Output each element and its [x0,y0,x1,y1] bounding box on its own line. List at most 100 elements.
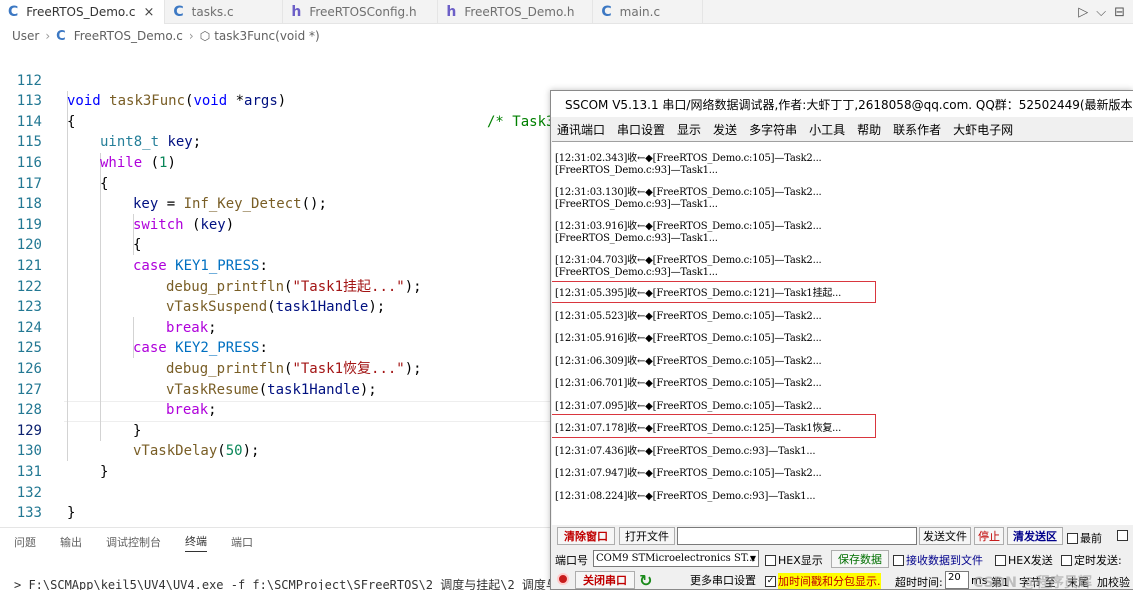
close-icon[interactable]: × [143,5,154,20]
hex-send-checkbox[interactable]: HEX发送 [995,552,1053,568]
port-select[interactable]: COM9 STMicroelectronics ST... ▼ [593,550,759,567]
extra-checkbox[interactable] [1117,530,1128,541]
h-file-icon: h [446,4,457,20]
log-line: [12:31:07.436]收←◆[FreeRTOS_Demo.c:93]—Ta… [555,446,816,457]
panel-tab-problems[interactable]: 问题 [14,534,36,550]
log-line: [FreeRTOS_Demo.c:93]—Task1... [555,165,718,176]
chevron-down-icon: ▼ [749,554,756,563]
topmost-checkbox[interactable]: 最前 [1067,530,1102,546]
clear-send-button[interactable]: 清发送区 [1007,527,1063,545]
tab-freertos-demo-h[interactable]: h FreeRTOS_Demo.h [438,0,594,24]
checkbox-label: 加时间戳和分包显示. [778,573,881,589]
sscom-title: SSCOM V5.13.1 串口/网络数据调试器,作者:大虾丁丁,2618058… [565,97,1133,112]
sscom-window: SSCOM V5.13.1 串口/网络数据调试器,作者:大虾丁丁,2618058… [550,90,1133,590]
checkbox-box [1117,530,1128,541]
log-line: [12:31:03.916]收←◆[FreeRTOS_Demo.c:105]—T… [555,221,822,232]
panel-tab-terminal[interactable]: 终端 [185,533,207,552]
sscom-menu-bar: 通讯端口 串口设置 显示 发送 多字符串 小工具 帮助 联系作者 大虾电子网 [551,119,1133,139]
open-file-button[interactable]: 打开文件 [619,527,675,545]
menu-item-multi-string[interactable]: 多字符串 [749,121,797,138]
tab-label: FreeRTOS_Demo.h [464,5,575,19]
menu-item-send[interactable]: 发送 [713,121,737,138]
stop-record-icon [557,573,569,585]
log-line: [12:31:07.947]收←◆[FreeRTOS_Demo.c:105]—T… [555,468,822,479]
c-file-icon: C [601,4,612,20]
timestamp-checkbox[interactable]: ✓ 加时间戳和分包显示. [765,573,881,589]
timeout-value: 20 [948,572,961,583]
checkbox-label: 定时发送: [1074,554,1122,567]
port-select-value: COM9 STMicroelectronics ST... [596,553,756,564]
more-settings-button[interactable]: 更多串口设置 [685,571,761,589]
breadcrumb-folder[interactable]: User [12,29,39,43]
bottom-panel: 问题 输出 调试控制台 终端 端口 > F:\SCMApp\keil5\UV4\… [0,527,570,590]
log-line: [FreeRTOS_Demo.c:93]—Task1... [555,233,718,244]
log-line: [12:31:04.703]收←◆[FreeRTOS_Demo.c:105]—T… [555,255,822,266]
split-editor-icon[interactable]: ⊟ [1114,5,1125,20]
function-symbol-icon: ⬡ [199,29,211,43]
chevron-right-icon: › [188,29,194,43]
tab-tasks-c[interactable]: C tasks.c [165,0,284,24]
log-line: [FreeRTOS_Demo.c:93]—Task1... [555,199,718,210]
menu-item-tools[interactable]: 小工具 [809,121,845,138]
highlight-box-resume [552,414,876,438]
c-file-icon: C [8,4,19,20]
port-status-indicator [557,573,569,585]
port-label: 端口号 [555,554,588,567]
breadcrumb-file[interactable]: FreeRTOS_Demo.c [74,29,183,43]
editor-actions: ▷ ⌵ ⊟ [1078,0,1133,24]
menu-item-website[interactable]: 大虾电子网 [953,121,1013,138]
sscom-control-panel: 清除窗口 打开文件 发送文件 停止 清发送区 最前 端口号 COM9 STMic… [551,526,1133,590]
code-line: 113 { [0,71,700,130]
sscom-title-bar[interactable]: SSCOM V5.13.1 串口/网络数据调试器,作者:大虾丁丁,2618058… [551,91,1133,117]
file-path-input[interactable] [677,527,917,545]
tab-label: tasks.c [191,5,234,19]
clear-window-button[interactable]: 清除窗口 [557,527,615,545]
log-line: [12:31:03.130]收←◆[FreeRTOS_Demo.c:105]—T… [555,187,822,198]
run-icon[interactable]: ▷ [1078,5,1088,20]
tab-label: main.c [619,5,661,19]
highlight-box-suspend [552,281,876,303]
panel-tab-ports[interactable]: 端口 [231,534,253,550]
chevron-down-icon[interactable]: ⌵ [1096,5,1106,20]
menu-item-display[interactable]: 显示 [677,121,701,138]
checkbox-label: 接收数据到文件 [906,554,983,567]
save-data-button[interactable]: 保存数据 [831,550,889,568]
recv-to-file-checkbox[interactable]: 接收数据到文件 [893,552,983,568]
checkbox-box [1067,532,1078,544]
menu-item-port[interactable]: 通讯端口 [557,121,605,138]
menu-item-help[interactable]: 帮助 [857,121,881,138]
stop-button[interactable]: 停止 [974,527,1004,545]
checksum-label: 加校验 [1097,576,1130,589]
tab-freertos-demo-c[interactable]: C FreeRTOS_Demo.c × [0,0,166,24]
hex-display-checkbox[interactable]: HEX显示 [765,552,823,568]
watermark: CSDN @程序员辉 [973,575,1092,590]
timed-send-checkbox[interactable]: 定时发送: [1061,552,1122,568]
receive-area[interactable]: [12:31:02.343]收←◆[FreeRTOS_Demo.c:105]—T… [552,141,1133,525]
h-file-icon: h [291,4,302,20]
menu-item-serial-settings[interactable]: 串口设置 [617,121,665,138]
log-line: [12:31:06.701]收←◆[FreeRTOS_Demo.c:105]—T… [555,378,822,389]
code-line: 112 void task3Func(void *args) /* Task3任… [0,50,700,130]
checkbox-box [1061,554,1072,566]
tab-main-c[interactable]: C main.c [593,0,704,24]
tab-freertosconfig-h[interactable]: h FreeRTOSConfig.h [283,0,439,24]
checkbox-label: HEX发送 [1008,554,1053,567]
log-line: [12:31:05.916]收←◆[FreeRTOS_Demo.c:105]—T… [555,333,822,344]
panel-tab-output[interactable]: 输出 [60,534,82,550]
send-file-button[interactable]: 发送文件 [919,527,971,545]
checkbox-box [893,554,904,566]
checkbox-box: ✓ [765,575,776,587]
close-port-button[interactable]: 关闭串口 [575,571,635,589]
breadcrumb-symbol[interactable]: task3Func(void *) [214,29,320,43]
terminal-output[interactable]: > F:\SCMApp\keil5\UV4\UV4.exe -f f:\SCMP… [14,576,570,590]
checkbox-label: 最前 [1080,532,1102,545]
checkbox-label: HEX显示 [778,554,823,567]
log-line: [12:31:05.523]收←◆[FreeRTOS_Demo.c:105]—T… [555,311,822,322]
log-line: [12:31:06.309]收←◆[FreeRTOS_Demo.c:105]—T… [555,356,822,367]
editor-tab-bar: C FreeRTOS_Demo.c × C tasks.c h FreeRTOS… [0,0,1133,24]
panel-tab-debug-console[interactable]: 调试控制台 [106,534,161,550]
chevron-right-icon: › [45,29,51,43]
menu-item-contact[interactable]: 联系作者 [893,121,941,138]
timeout-input[interactable]: 20 [945,571,969,589]
refresh-icon[interactable]: ↻ [639,571,652,589]
